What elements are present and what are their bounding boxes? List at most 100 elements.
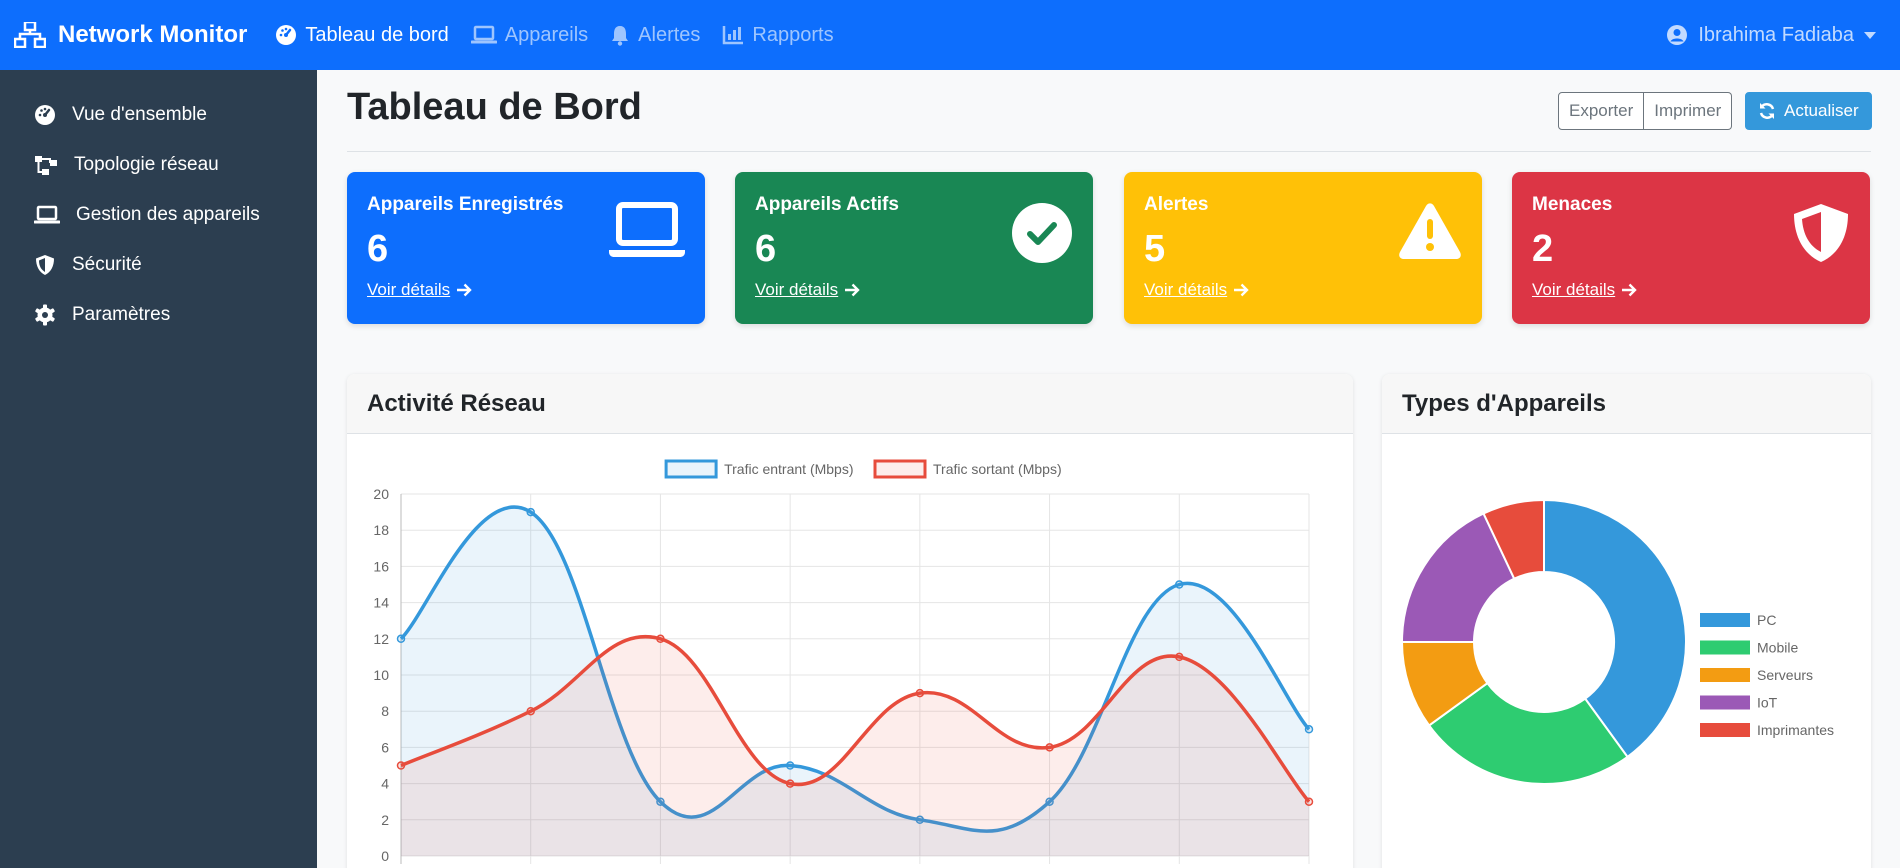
sidebar-item-securite[interactable]: Sécurité (0, 240, 317, 290)
legend-swatch (1700, 640, 1750, 655)
brand[interactable]: Network Monitor (14, 21, 247, 49)
data-point[interactable] (785, 779, 795, 788)
y-tick-label: 14 (373, 595, 389, 611)
network-activity-panel: Activité Réseau 0 2 4 6 8 10 12 14 16 18 20 Trafic … (347, 374, 1353, 868)
top-navbar: Network Monitor Tableau de bord Appareil… (0, 0, 1900, 70)
data-point[interactable] (656, 634, 665, 644)
page-header: Tableau de Bord Exporter Imprimer Actual… (347, 70, 1872, 152)
y-tick-label: 4 (381, 776, 389, 792)
y-tick-label: 12 (373, 631, 389, 647)
data-point[interactable] (1045, 743, 1054, 752)
network-activity-line-chart[interactable]: 0 2 4 6 8 10 12 14 16 18 20 Trafic entrant (Mbps) Tr… (347, 434, 1353, 868)
card-link-label: Voir détails (1144, 280, 1228, 299)
legend-swatch (1700, 723, 1750, 737)
device-types-panel: Types d'Appareils PC Mobile Serveurs IoT Imp… (1382, 374, 1871, 868)
y-tick-label: 10 (373, 667, 389, 683)
data-point[interactable] (396, 634, 406, 644)
y-tick-label: 6 (381, 739, 389, 755)
panel-body: PC Mobile Serveurs IoT Imprimantes (1382, 434, 1871, 868)
legend-swatch (664, 459, 718, 479)
legend-label[interactable]: Trafic sortant (Mbps) (933, 461, 1062, 477)
arrow-right-icon (457, 283, 472, 297)
card-link-label: Voir détails (1532, 280, 1616, 299)
sidebar-item-vue-ensemble[interactable]: Vue d'ensemble (0, 90, 317, 140)
sidebar-item-parametres[interactable]: Paramètres (0, 290, 317, 340)
nav-label: Rapports (752, 23, 834, 46)
data-point[interactable] (1175, 580, 1184, 589)
card-link-label: Voir détails (367, 280, 451, 299)
y-tick-label: 16 (373, 558, 389, 574)
user-circle-icon (1667, 25, 1688, 45)
gear-icon (35, 304, 55, 326)
legend-swatch (873, 459, 927, 479)
shield-icon (1794, 204, 1848, 262)
laptop-icon (609, 202, 685, 257)
data-point[interactable] (785, 761, 795, 770)
legend-label[interactable]: Mobile (1757, 640, 1798, 656)
legend-label[interactable]: Imprimantes (1757, 722, 1834, 738)
legend-label[interactable]: Trafic entrant (Mbps) (724, 461, 853, 477)
data-point[interactable] (526, 507, 535, 517)
refresh-icon (1759, 103, 1775, 119)
nav-label: Alertes (638, 23, 701, 46)
card-registered-devices: Appareils Enregistrés 6 Voir détails (347, 172, 705, 324)
data-point[interactable] (1175, 652, 1184, 662)
y-tick-label: 20 (373, 486, 389, 502)
sidebar-item-label: Sécurité (72, 254, 142, 275)
network-icon (14, 22, 46, 48)
legend-label[interactable]: PC (1757, 612, 1776, 628)
main-content: Tableau de Bord Exporter Imprimer Actual… (347, 70, 1872, 868)
device-types-donut-chart[interactable]: PC Mobile Serveurs IoT Imprimantes (1382, 434, 1871, 868)
data-point[interactable] (1304, 725, 1314, 734)
export-button[interactable]: Exporter (1558, 92, 1645, 130)
data-point[interactable] (915, 688, 925, 698)
y-tick-label: 18 (373, 522, 389, 538)
arrow-right-icon (1234, 283, 1249, 297)
y-tick-label: 8 (381, 703, 389, 719)
card-alerts: Alertes 5 Voir détails (1124, 172, 1482, 324)
check-circle-icon (1012, 203, 1072, 263)
card-active-devices: Appareils Actifs 6 Voir détails (735, 172, 1093, 324)
nav-label: Tableau de bord (305, 23, 449, 46)
user-name: Ibrahima Fadiaba (1698, 23, 1854, 46)
user-menu[interactable]: Ibrahima Fadiaba (1666, 0, 1876, 70)
card-details-link[interactable]: Voir détails (1144, 280, 1462, 300)
nav-appareils[interactable]: Appareils (470, 23, 589, 47)
y-tick-label: 2 (381, 812, 389, 828)
laptop-icon (34, 205, 60, 224)
sidebar-item-label: Topologie réseau (74, 154, 219, 175)
card-details-link[interactable]: Voir détails (367, 280, 685, 300)
print-button[interactable]: Imprimer (1644, 92, 1733, 130)
legend-label[interactable]: IoT (1757, 695, 1778, 711)
card-threats: Menaces 2 Voir détails (1512, 172, 1870, 324)
data-point[interactable] (396, 761, 406, 770)
shield-icon (36, 255, 54, 275)
panel-title: Types d'Appareils (1382, 374, 1871, 434)
chevron-down-icon (1864, 31, 1876, 39)
legend-label[interactable]: Serveurs (1757, 667, 1813, 683)
arrow-right-icon (1622, 283, 1637, 297)
sidebar-item-label: Paramètres (72, 304, 171, 325)
data-point[interactable] (1304, 797, 1314, 806)
brand-label: Network Monitor (58, 21, 248, 48)
nav-label: Appareils (504, 23, 589, 46)
topology-icon (35, 156, 57, 175)
card-details-link[interactable]: Voir détails (1532, 280, 1850, 300)
refresh-button[interactable]: Actualiser (1745, 92, 1872, 130)
y-tick-label: 0 (381, 848, 389, 864)
panel-body: 0 2 4 6 8 10 12 14 16 18 20 Trafic entrant (Mbps) Tr… (347, 434, 1353, 868)
page-title: Tableau de Bord (347, 86, 642, 128)
sidebar-item-topologie[interactable]: Topologie réseau (0, 140, 317, 190)
sidebar-item-gestion-appareils[interactable]: Gestion des appareils (0, 190, 317, 240)
sidebar: Vue d'ensemble Topologie réseau Gestion … (0, 70, 317, 868)
nav-tableau-de-bord[interactable]: Tableau de bord (275, 23, 449, 47)
laptop-icon (470, 25, 497, 44)
legend-swatch (1700, 668, 1750, 682)
nav-rapports[interactable]: Rapports (722, 23, 834, 47)
data-point[interactable] (526, 706, 535, 716)
card-link-label: Voir détails (755, 280, 839, 299)
warning-icon (1399, 203, 1461, 259)
nav-alertes[interactable]: Alertes (610, 24, 700, 47)
card-details-link[interactable]: Voir détails (755, 280, 1073, 300)
panel-title: Activité Réseau (347, 374, 1353, 434)
